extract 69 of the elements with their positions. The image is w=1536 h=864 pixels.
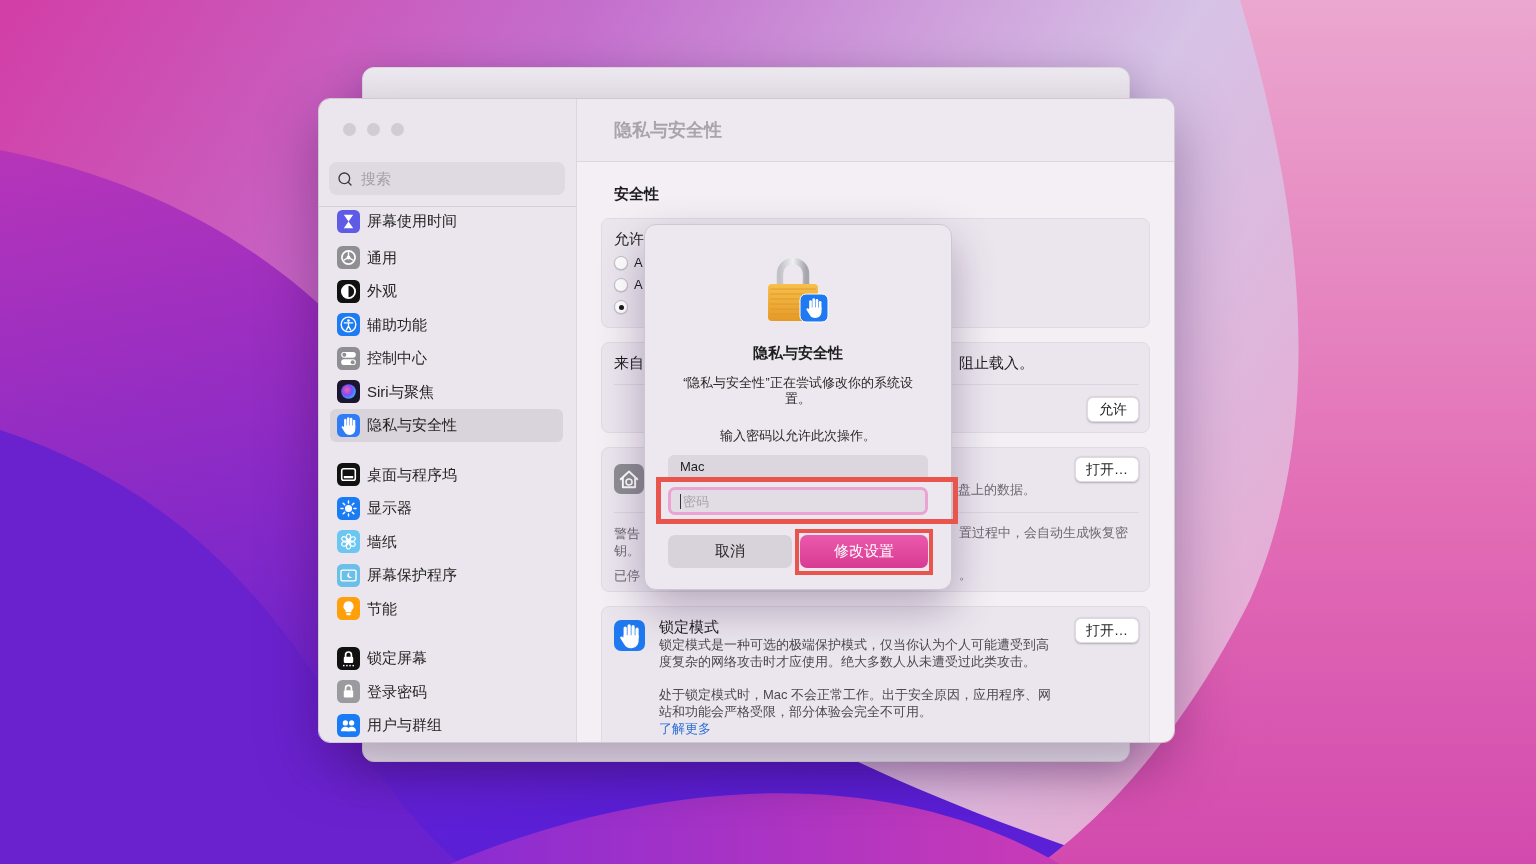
description-text: 处于锁定模式时，Mac 不会正常工作。出于安全原因，应用程序、网站和功能会严格受限，部分体验会完全不可用。 [659, 686, 1053, 720]
monitor-moon-icon [337, 563, 360, 587]
section-title: 安全性 [614, 184, 659, 204]
orb-icon [337, 380, 360, 404]
allow-button[interactable]: 允许 [1087, 397, 1139, 422]
description-text: 钥。 [614, 542, 640, 558]
window-control-icon[interactable] [342, 122, 356, 136]
radio-label: A [634, 254, 643, 273]
lock-icon [337, 646, 360, 670]
description-text: 来自 [614, 354, 644, 371]
sun-icon [337, 496, 360, 520]
sidebar-item[interactable]: 桌面与程序坞 [330, 458, 563, 492]
description-text: 锁定模式是一种可选的极端保护模式，仅当你认为个人可能遭受到高度复杂的网络攻击时才应使用。绝大多数人从未遭受过此类攻击。 [659, 636, 1050, 670]
gear-icon [337, 246, 360, 270]
confirm-button[interactable]: 修改设置 [800, 535, 928, 568]
open-button[interactable]: 打开… [1075, 457, 1139, 482]
description-text: 警告 [614, 525, 640, 541]
hourglass-icon [337, 209, 360, 233]
lock-icon [337, 680, 360, 704]
house-icon [614, 464, 644, 494]
toggles-icon [337, 346, 360, 370]
sidebar-item[interactable]: 墙纸 [330, 525, 563, 559]
dialog-title: 隐私与安全性 [753, 344, 843, 362]
sidebar-item[interactable]: 控制中心 [330, 341, 563, 375]
sidebar-item[interactable]: Siri与聚焦 [330, 375, 563, 409]
radio-button[interactable] [614, 300, 628, 314]
radio-button[interactable] [614, 256, 628, 270]
dialog-prompt: 输入密码以允许此次操作。 [720, 428, 876, 444]
contrast-icon [337, 279, 360, 303]
sidebar-item[interactable]: 隐私与安全性 [330, 408, 563, 442]
description-text: 。 [959, 566, 972, 583]
sidebar-item[interactable]: 通用 [330, 241, 563, 275]
search-icon [337, 170, 353, 187]
window-control-icon[interactable] [390, 122, 404, 136]
sidebar-item[interactable]: 屏幕使用时间 [330, 207, 563, 235]
password-field[interactable]: 密码 [668, 487, 928, 515]
radio-group-label: 允许 [614, 229, 644, 249]
accessibility-icon [337, 313, 360, 337]
sidebar-item[interactable]: 节能 [330, 592, 563, 626]
window-title: 隐私与安全性 [614, 118, 722, 142]
hand-icon [337, 413, 360, 437]
feature-title: 锁定模式 [659, 618, 719, 636]
padlock-icon [767, 255, 829, 323]
sidebar-item[interactable]: 用户与群组 [330, 708, 563, 742]
radio-label: A [634, 276, 643, 295]
sidebar-item[interactable]: 辅助功能 [330, 308, 563, 342]
people-icon [337, 713, 360, 737]
text-cursor-icon [680, 493, 681, 509]
hand-icon [614, 620, 645, 651]
username-field[interactable]: Mac [668, 455, 928, 478]
description-text: 已停 [614, 567, 640, 583]
sidebar-item[interactable]: 锁定屏幕 [330, 641, 563, 675]
radio-button[interactable] [614, 278, 628, 292]
open-button[interactable]: 打开… [1075, 618, 1139, 643]
search-field[interactable]: 搜索 [329, 162, 565, 195]
lightbulb-icon [337, 597, 360, 621]
window-control-icon[interactable] [366, 122, 380, 136]
description-text: 置过程中，会自动生成恢复密 [959, 524, 1128, 541]
dialog-message: “隐私与安全性”正在尝试修改你的系统设置。 [682, 375, 914, 407]
sidebar-item[interactable]: 外观 [330, 274, 563, 308]
description-text: 盘上的数据。 [958, 481, 1036, 498]
cancel-button[interactable]: 取消 [668, 535, 792, 568]
flower-icon [337, 530, 360, 554]
sidebar-item[interactable]: 登录密码 [330, 675, 563, 709]
dock-icon [337, 463, 360, 487]
sidebar-item[interactable]: 屏幕保护程序 [330, 558, 563, 592]
learn-more-link[interactable]: 了解更多 [659, 720, 711, 737]
sidebar-item[interactable]: 显示器 [330, 491, 563, 525]
description-text: 阻止载入。 [959, 353, 1034, 373]
